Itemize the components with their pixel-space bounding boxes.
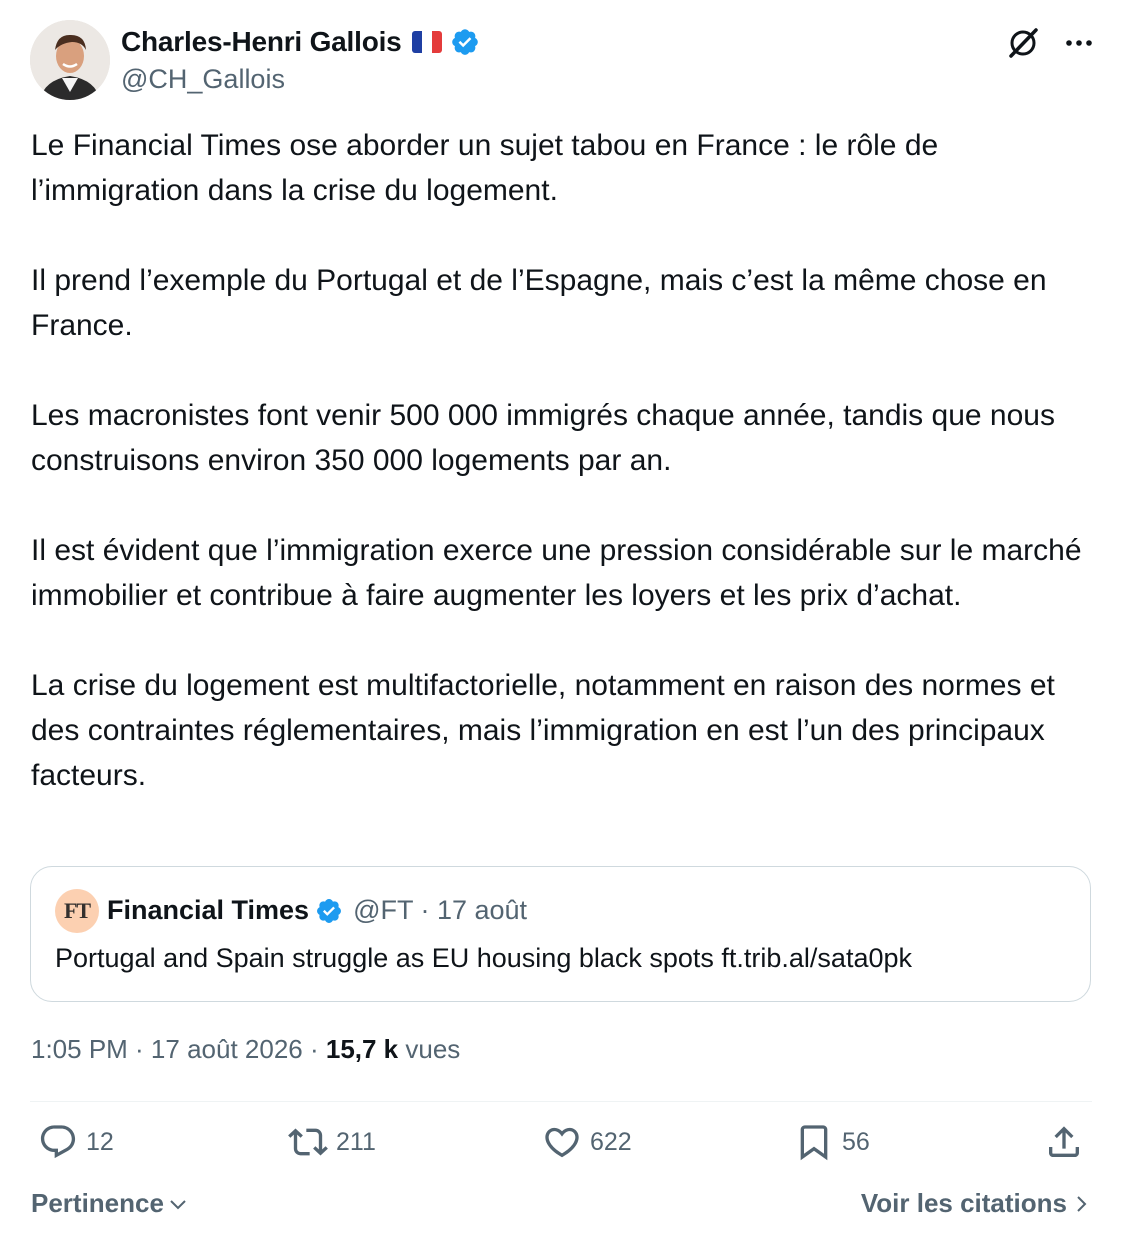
ft-logo-avatar: FT <box>55 889 99 933</box>
share-icon <box>1049 1126 1079 1157</box>
like-count: 622 <box>590 1127 632 1156</box>
reply-count: 12 <box>86 1127 114 1156</box>
author-avatar[interactable] <box>30 20 110 100</box>
verified-badge-icon <box>451 29 478 55</box>
bookmark-button[interactable]: 56 <box>794 1122 870 1162</box>
repost-button[interactable]: 211 <box>288 1122 376 1162</box>
bookmark-count: 56 <box>842 1127 870 1156</box>
quoted-author-name: Financial Times <box>107 895 310 925</box>
post-paragraph: La crise du logement est multifactoriell… <box>31 669 1055 792</box>
quoted-post-text: Portugal and Spain struggle as EU housin… <box>55 943 912 973</box>
author-name-row: Charles-Henri Gallois <box>121 26 480 58</box>
post-timestamp-views: 1:05 PM · 17 août 2026 · 15,7 k vues <box>31 1034 460 1065</box>
share-button[interactable] <box>1044 1122 1084 1162</box>
post-timestamp[interactable]: 1:05 PM · 17 août 2026 · <box>31 1034 326 1064</box>
author-display-name[interactable]: Charles-Henri Gallois <box>121 26 402 58</box>
divider <box>30 1101 1092 1102</box>
repost-count: 211 <box>336 1127 376 1156</box>
post-paragraph: Il est évident que l’immigration exerce … <box>31 534 1082 612</box>
quoted-post-card[interactable]: FT Financial Times @FT · 17 août Portuga… <box>30 866 1091 1002</box>
post-paragraph: Il prend l’exemple du Portugal et de l’E… <box>31 264 1047 342</box>
post-body: Le Financial Times ose aborder un sujet … <box>31 123 1106 798</box>
heart-icon <box>545 1127 579 1158</box>
view-quotes-link[interactable]: Voir les citations <box>861 1188 1091 1219</box>
views-count: 15,7 k <box>325 1034 399 1064</box>
repost-icon <box>288 1128 328 1156</box>
post-paragraph: Les macronistes font venir 500 000 immig… <box>31 399 1055 477</box>
sort-label: Pertinence <box>31 1188 164 1218</box>
reply-icon <box>40 1125 76 1159</box>
france-flag-icon <box>411 31 442 53</box>
reply-button[interactable]: 12 <box>38 1122 114 1162</box>
quoted-post-header: Financial Times @FT · 17 août <box>107 895 527 926</box>
chevron-right-icon <box>1077 1195 1087 1212</box>
action-bar: 12 211 622 56 <box>30 1122 1092 1172</box>
chevron-down-icon <box>170 1199 186 1209</box>
like-button[interactable]: 622 <box>542 1122 632 1162</box>
sort-dropdown[interactable]: Pertinence <box>31 1188 190 1219</box>
post-paragraph: Le Financial Times ose aborder un sujet … <box>31 129 939 207</box>
author-handle[interactable]: @CH_Gallois <box>121 64 285 95</box>
quoted-handle-date: @FT · 17 août <box>353 895 528 925</box>
grok-icon[interactable] <box>1004 24 1042 62</box>
views-label: vues <box>398 1034 461 1064</box>
post-header: Charles-Henri Gallois @CH_Gallois <box>30 18 1100 108</box>
view-quotes-label: Voir les citations <box>860 1188 1067 1218</box>
more-options-icon[interactable] <box>1062 26 1096 60</box>
replies-footer: Pertinence Voir les citations <box>31 1188 1091 1228</box>
profile-photo-icon <box>30 20 110 100</box>
bookmark-icon <box>800 1125 828 1161</box>
verified-badge-icon <box>317 898 342 923</box>
